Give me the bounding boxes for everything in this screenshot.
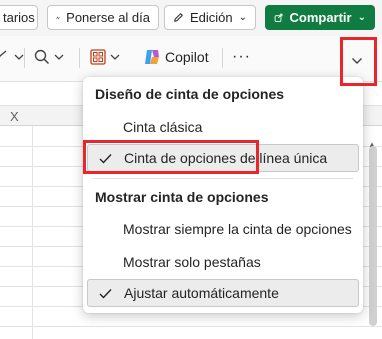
search-icon <box>34 49 50 65</box>
ribbon-options-menu: Diseño de cinta de opciones Cinta clásic… <box>83 77 363 313</box>
menu-item-always-show-ribbon[interactable]: Mostrar siempre la cinta de opciones <box>87 215 359 243</box>
comments-label: tarios <box>3 10 35 25</box>
activity-icon <box>56 16 61 19</box>
copilot-button[interactable]: Copilot <box>143 46 209 68</box>
menu-item-label: Mostrar solo pestañas <box>123 254 261 270</box>
show-ribbon-header: Mostrar cinta de opciones <box>95 189 269 205</box>
editing-mode-label: Edición <box>189 10 233 25</box>
chevron-down-icon <box>54 54 64 60</box>
highlight-box-classic-ribbon <box>83 140 259 174</box>
share-icon <box>274 13 283 22</box>
menu-item-classic-ribbon[interactable]: Cinta clásica <box>87 113 359 141</box>
grid-column-line <box>32 126 33 339</box>
chevron-down-icon <box>110 54 120 60</box>
brush-icon <box>0 50 7 58</box>
ribbon-layout-header: Diseño de cinta de opciones <box>95 86 285 102</box>
editing-mode-button[interactable]: Edición ⌄ <box>164 5 256 30</box>
more-options-icon: ··· <box>232 48 251 65</box>
menu-item-show-tabs-only[interactable]: Mostrar solo pestañas <box>87 248 359 276</box>
ribbon-single-line: Copilot ··· <box>0 36 382 82</box>
chevron-down-icon: ⌄ <box>357 12 366 23</box>
ribbon-format-dropdown[interactable] <box>0 46 24 68</box>
chevron-down-icon <box>14 54 24 60</box>
highlight-box-options-button <box>340 37 377 86</box>
find-button[interactable] <box>34 46 64 68</box>
ribbon-divider <box>24 48 25 68</box>
catch-up-button[interactable]: Ponerse al día <box>47 5 159 30</box>
copilot-label: Copilot <box>165 49 209 65</box>
apps-grid-icon <box>90 49 106 65</box>
vertical-scrollbar[interactable] <box>369 146 377 326</box>
catch-up-label: Ponerse al día <box>66 10 150 25</box>
copilot-icon <box>145 50 159 64</box>
comments-button[interactable]: tarios <box>0 5 38 30</box>
more-options-button[interactable]: ··· <box>232 46 251 68</box>
ribbon-divider <box>222 48 223 68</box>
pencil-icon <box>174 13 183 22</box>
menu-item-auto-adjust[interactable]: Ajustar automáticamente <box>87 279 359 307</box>
chevron-down-icon: ⌄ <box>238 12 247 23</box>
top-bar: tarios Ponerse al día Edición ⌄ Comparti… <box>0 0 382 36</box>
share-button[interactable]: Compartir ⌄ <box>265 5 375 30</box>
ribbon-divider <box>79 48 80 68</box>
menu-item-label: Ajustar automáticamente <box>124 285 279 301</box>
checkmark-icon <box>98 286 112 300</box>
menu-divider <box>93 178 353 179</box>
add-ins-button[interactable] <box>90 46 120 68</box>
menu-item-label: Mostrar siempre la cinta de opciones <box>123 221 352 237</box>
column-header-x[interactable]: X <box>10 109 19 124</box>
share-label: Compartir <box>289 10 352 25</box>
menu-item-label: Cinta clásica <box>123 119 203 135</box>
grid-row-line <box>0 326 382 327</box>
